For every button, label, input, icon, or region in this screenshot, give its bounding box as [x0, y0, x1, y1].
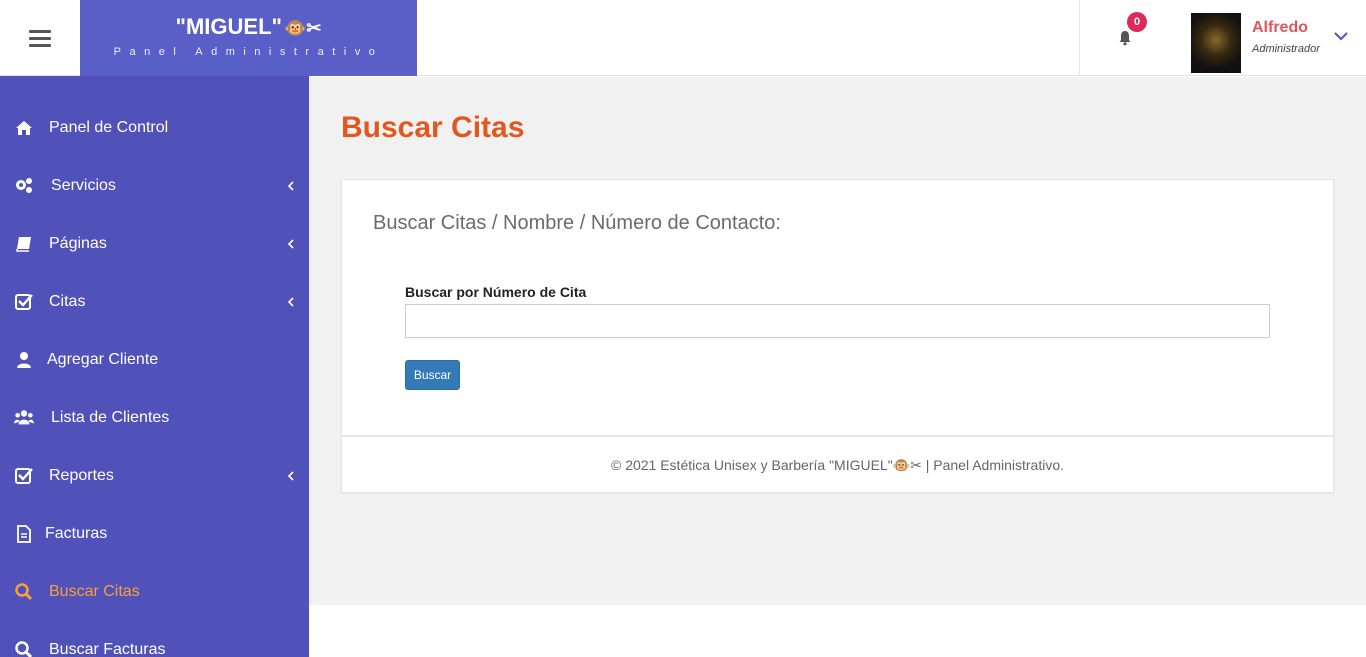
brand-name: "MIGUEL" 🐵✂: [80, 14, 417, 40]
chevron-left-icon: [287, 471, 294, 481]
gears-icon: [16, 178, 32, 193]
user-name: Alfredo: [1252, 19, 1308, 36]
users-icon: [14, 410, 34, 425]
appointment-number-input[interactable]: [405, 304, 1270, 338]
sidebar-item-buscar-facturas[interactable]: Buscar Facturas: [0, 621, 309, 657]
search-icon: [15, 641, 33, 657]
page-title: Buscar Citas: [341, 111, 525, 144]
main-content: Buscar Citas Buscar Citas / Nombre / Núm…: [309, 77, 1366, 605]
card-title: Buscar Citas / Nombre / Número de Contac…: [373, 212, 781, 234]
avatar: [1191, 13, 1241, 73]
sidebar-item-label: Servicios: [51, 177, 116, 194]
footer-prefix: © 2021 Estética Unisex y Barbería "MIGUE…: [610, 457, 893, 473]
sidebar-item-label: Reportes: [49, 467, 114, 484]
chevron-left-icon: [287, 297, 294, 307]
sidebar-item-servicios[interactable]: Servicios: [0, 157, 309, 215]
check-square-icon: [15, 294, 33, 310]
chevron-left-icon: [287, 239, 294, 249]
sidebar-item-lista-de-clientes[interactable]: Lista de Clientes: [0, 389, 309, 447]
search-button[interactable]: Buscar: [405, 360, 460, 390]
footer-suffix: | Panel Administrativo.: [921, 457, 1065, 473]
sidebar-item-label: Facturas: [45, 525, 108, 542]
brand-subtitle: Panel Administrativo: [113, 46, 384, 58]
hamburger-icon: [29, 26, 51, 51]
sidebar-item-label: Páginas: [49, 235, 107, 252]
sidebar-item-citas[interactable]: Citas: [0, 273, 309, 331]
user-menu[interactable]: Alfredo Administrador: [1190, 13, 1366, 73]
sidebar-item-panel-de-control[interactable]: Panel de Control: [0, 99, 309, 157]
home-icon: [16, 121, 32, 135]
user-icon: [17, 352, 31, 368]
sidebar-item-buscar-citas[interactable]: Buscar Citas: [0, 563, 309, 621]
sidebar-item-facturas[interactable]: Facturas: [0, 505, 309, 563]
top-header: "MIGUEL" 🐵✂ Panel Administrativo 0 Alfred…: [0, 0, 1366, 76]
chevron-left-icon: [287, 181, 294, 191]
user-role: Administrador: [1252, 43, 1320, 55]
sidebar-item-reportes[interactable]: Reportes: [0, 447, 309, 505]
appointment-number-label: Buscar por Número de Cita: [405, 284, 587, 300]
footer-emoji: 🐵✂: [892, 457, 922, 473]
notifications-button[interactable]: [1079, 0, 1169, 76]
brand-logo[interactable]: "MIGUEL" 🐵✂ Panel Administrativo: [80, 0, 417, 76]
search-card: Buscar Citas / Nombre / Número de Contac…: [341, 179, 1334, 493]
file-icon: [17, 525, 31, 543]
sidebar-item-label: Lista de Clientes: [51, 409, 170, 426]
sidebar-item-agregar-cliente[interactable]: Agregar Cliente: [0, 331, 309, 389]
search-icon: [15, 583, 33, 601]
notification-badge: 0: [1127, 12, 1147, 32]
sidebar-item-label: Buscar Citas: [49, 583, 140, 600]
sidebar-item-label: Citas: [49, 293, 86, 310]
brand-emoji: 🐵✂: [283, 18, 322, 38]
chevron-down-icon[interactable]: [1332, 27, 1350, 45]
sidebar-item-label: Panel de Control: [49, 119, 169, 136]
sidebar: Panel de Control Servicios Páginas Citas…: [0, 76, 309, 657]
sidebar-item-label: Agregar Cliente: [47, 351, 159, 368]
footer: © 2021 Estética Unisex y Barbería "MIGUE…: [342, 435, 1333, 492]
brand-name-text: "MIGUEL": [175, 14, 282, 39]
sidebar-item-label: Buscar Facturas: [49, 641, 166, 657]
check-square-icon: [15, 468, 33, 484]
book-icon: [16, 237, 31, 252]
bell-icon: [1119, 31, 1130, 46]
bottom-area: [309, 605, 1366, 657]
menu-toggle-button[interactable]: [0, 0, 80, 76]
sidebar-item-paginas[interactable]: Páginas: [0, 215, 309, 273]
